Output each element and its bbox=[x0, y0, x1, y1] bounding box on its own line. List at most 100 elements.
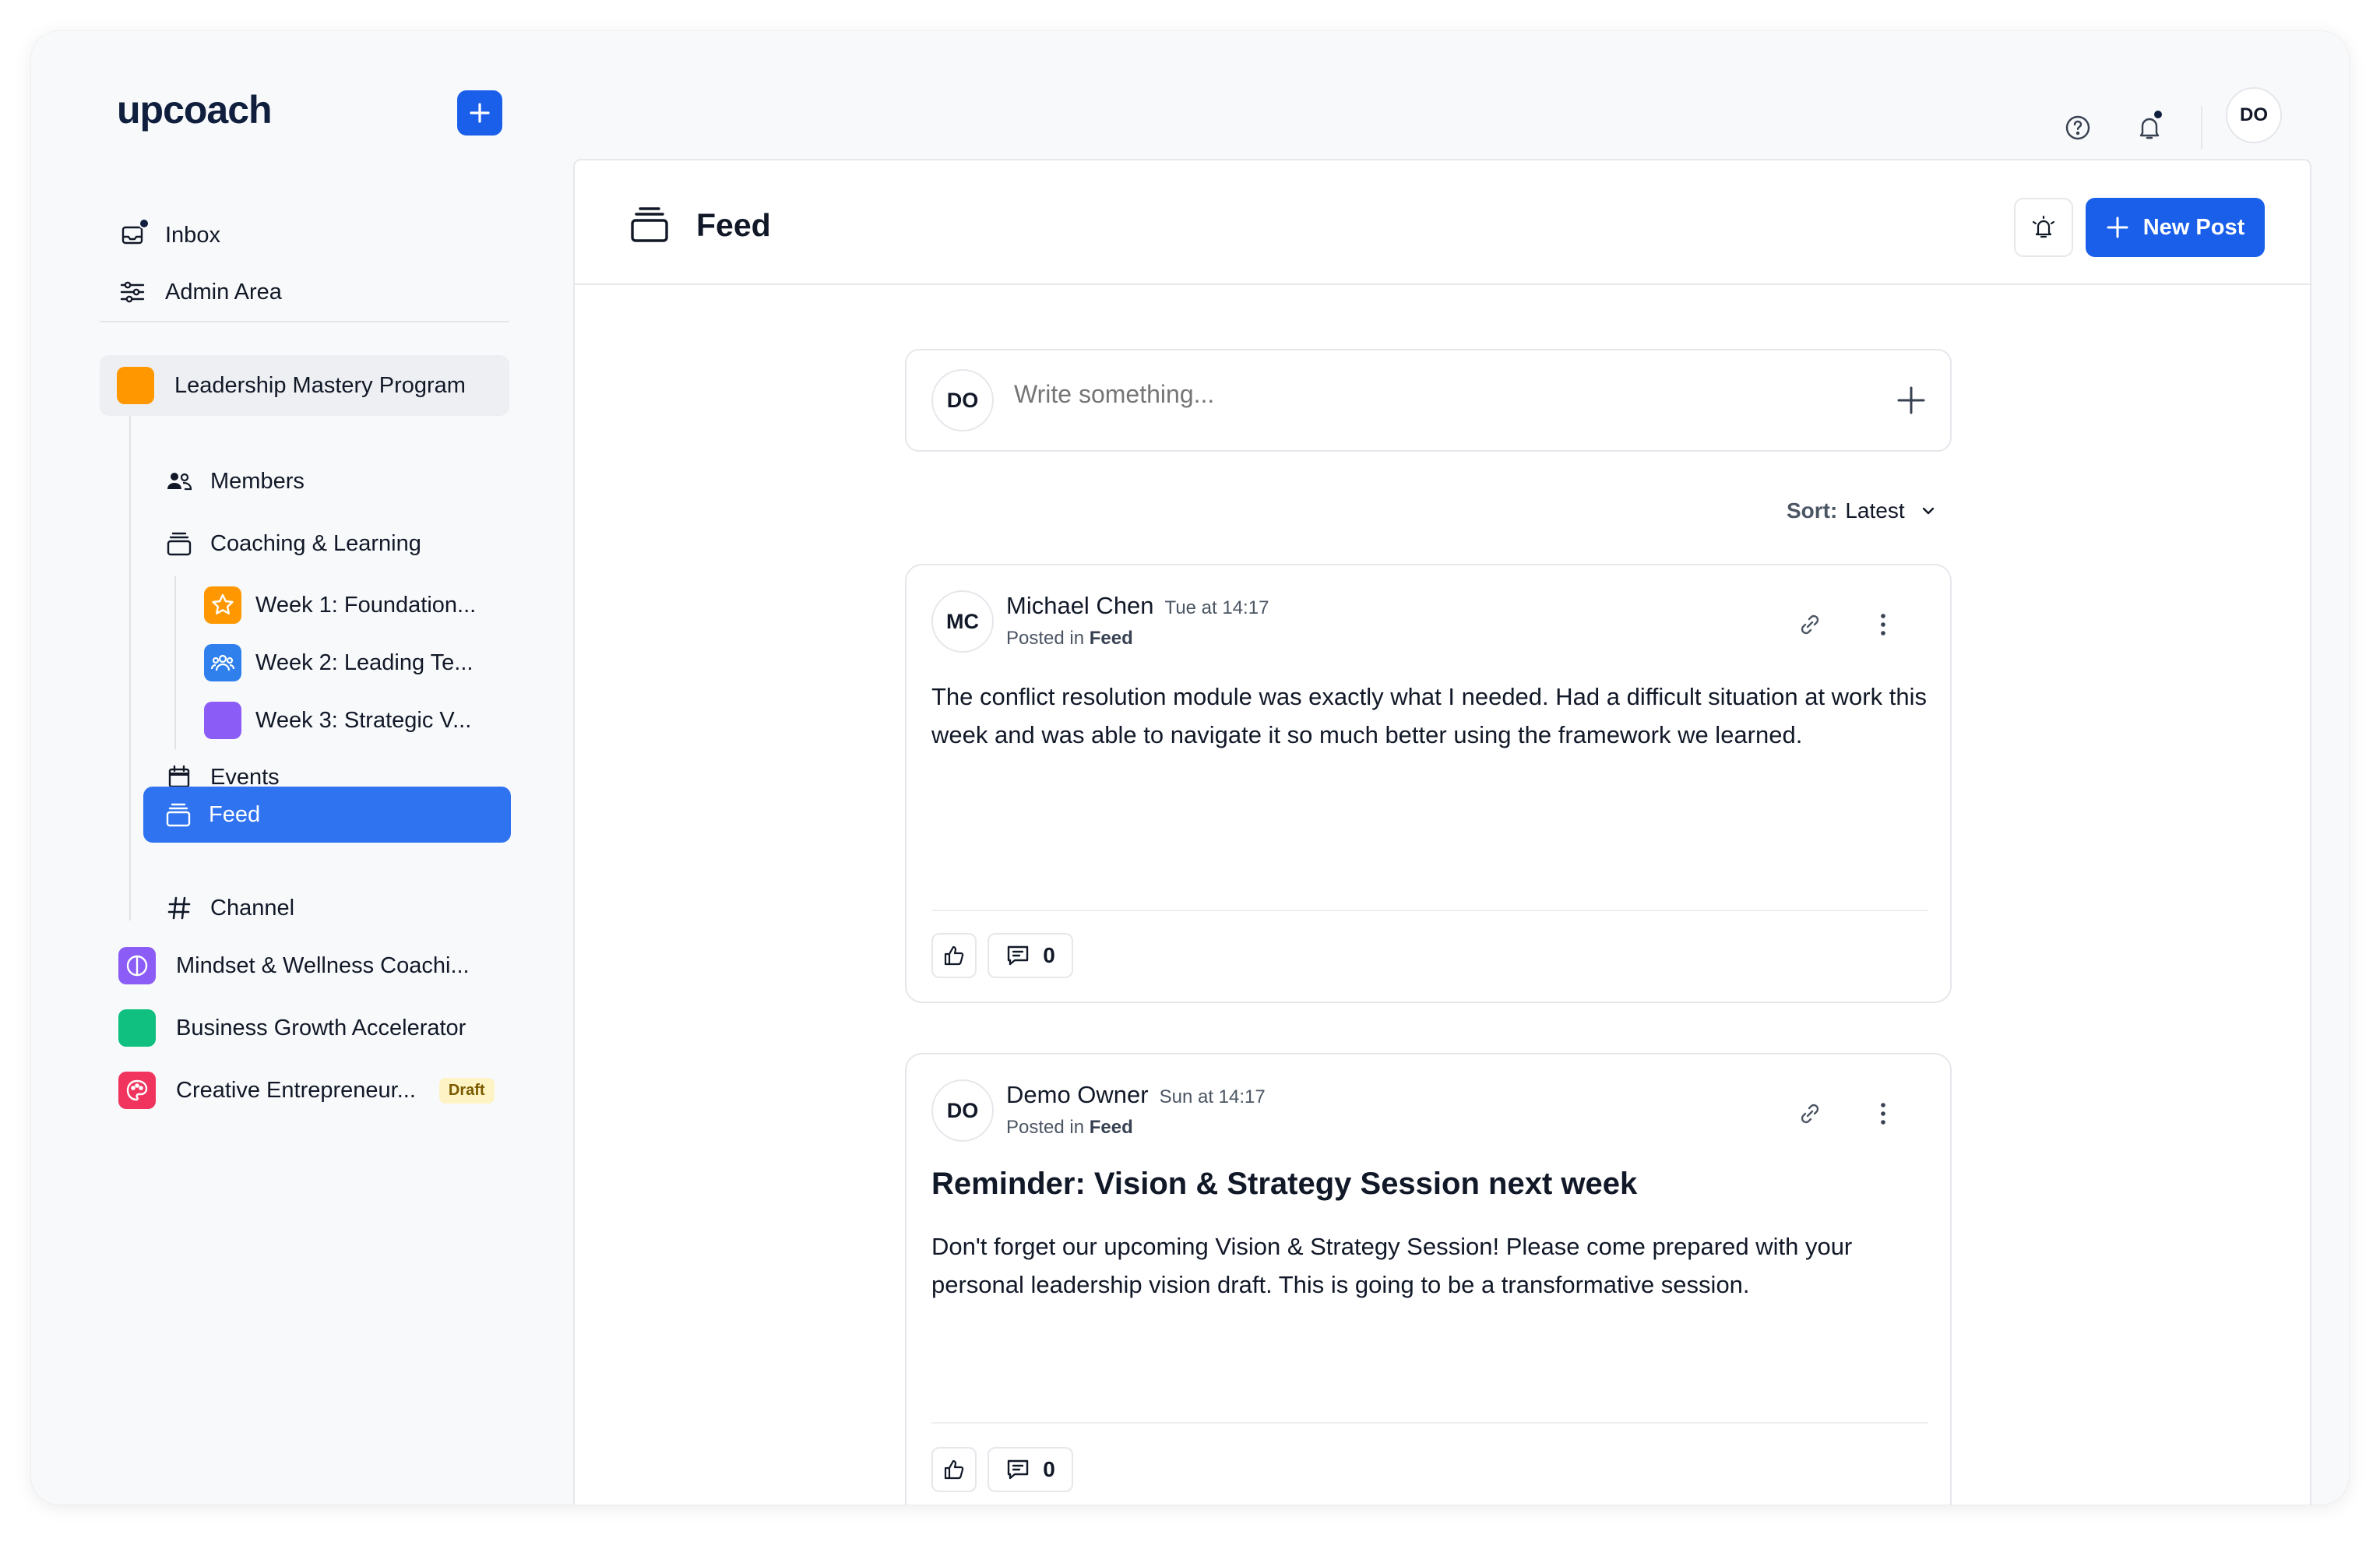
week-label: Week 2: Leading Te... bbox=[255, 650, 474, 675]
create-button[interactable] bbox=[457, 90, 502, 136]
stack-icon bbox=[165, 801, 192, 828]
post-location: Posted in Feed bbox=[1006, 628, 1133, 650]
program-label: Creative Entrepreneur... bbox=[176, 1077, 416, 1103]
sort-value: Latest bbox=[1845, 498, 1905, 523]
comment-button[interactable]: 0 bbox=[988, 933, 1073, 978]
posted-in-space[interactable]: Feed bbox=[1090, 628, 1133, 649]
page-header: Feed New Post bbox=[575, 160, 2310, 285]
hash-icon bbox=[165, 894, 193, 922]
avatar[interactable]: MC bbox=[931, 590, 994, 653]
users-icon bbox=[165, 467, 193, 495]
chevron-down-icon bbox=[1919, 502, 1938, 520]
plus-icon bbox=[2106, 216, 2129, 239]
bell-ring-icon bbox=[2030, 214, 2057, 241]
like-button[interactable] bbox=[931, 1447, 977, 1492]
thumbs-up-icon bbox=[942, 944, 966, 967]
sidebar-item-channel[interactable]: Channel bbox=[165, 883, 294, 933]
program-label: Leadership Mastery Program bbox=[174, 372, 466, 398]
posted-in-space[interactable]: Feed bbox=[1090, 1117, 1133, 1138]
sidebar-item-admin-area[interactable]: Admin Area bbox=[118, 269, 282, 315]
week-label: Week 3: Strategic V... bbox=[255, 707, 472, 733]
comment-button[interactable]: 0 bbox=[988, 1447, 1073, 1492]
more-options-icon[interactable] bbox=[1868, 1098, 1899, 1129]
sidebar-item-label: Members bbox=[210, 468, 305, 494]
post-author[interactable]: Michael Chen bbox=[1006, 592, 1154, 619]
stack-icon bbox=[165, 530, 193, 558]
link-icon[interactable] bbox=[1794, 1098, 1825, 1129]
help-icon[interactable] bbox=[2062, 112, 2093, 143]
star-icon bbox=[204, 586, 241, 624]
posted-in-prefix: Posted in bbox=[1006, 1117, 1085, 1138]
palette-icon bbox=[118, 1072, 156, 1109]
draft-badge: Draft bbox=[438, 1077, 495, 1104]
link-icon[interactable] bbox=[1794, 609, 1825, 640]
new-post-label: New Post bbox=[2142, 214, 2245, 240]
sidebar-divider bbox=[100, 321, 509, 322]
post-author[interactable]: Demo Owner bbox=[1006, 1081, 1149, 1108]
week-label: Week 1: Foundation... bbox=[255, 592, 477, 618]
tree-line bbox=[174, 576, 176, 749]
post-card: DO Demo Owner Sun at 14:17 Posted in Feed… bbox=[905, 1053, 1952, 1505]
sidebar-item-feed[interactable]: Feed bbox=[143, 787, 511, 843]
sidebar-item-members[interactable]: Members bbox=[165, 456, 305, 506]
post-meta: Demo Owner Sun at 14:17 bbox=[1006, 1081, 1266, 1109]
sidebar-program-creative-entrepreneur[interactable]: Creative Entrepreneur... Draft bbox=[118, 1067, 495, 1114]
sidebar-item-label: Inbox bbox=[165, 222, 220, 248]
notification-settings-button[interactable] bbox=[2014, 198, 2073, 257]
sidebar: upcoach Inbox Admin Area Leadership Mast… bbox=[31, 31, 561, 1505]
brain-icon bbox=[118, 947, 156, 984]
sidebar-item-label: Admin Area bbox=[165, 279, 282, 305]
program-color-swatch bbox=[118, 1009, 156, 1047]
notification-dot bbox=[2153, 109, 2163, 120]
sidebar-item-inbox[interactable]: Inbox bbox=[118, 212, 220, 259]
post-title: Reminder: Vision & Strategy Session next… bbox=[931, 1167, 1638, 1201]
post-divider bbox=[931, 910, 1928, 911]
post-composer[interactable]: DO bbox=[905, 349, 1952, 452]
avatar: DO bbox=[931, 369, 994, 431]
program-label: Mindset & Wellness Coachi... bbox=[176, 952, 470, 978]
posted-in-prefix: Posted in bbox=[1006, 628, 1085, 649]
plus-icon[interactable] bbox=[1896, 385, 1927, 416]
write-something-input[interactable] bbox=[1014, 380, 1793, 409]
sidebar-item-coaching-learning[interactable]: Coaching & Learning bbox=[165, 519, 421, 569]
comment-icon bbox=[1005, 943, 1030, 968]
notifications-bell-icon[interactable] bbox=[2134, 109, 2165, 143]
avatar[interactable]: DO bbox=[931, 1079, 994, 1142]
comment-count: 0 bbox=[1043, 1457, 1055, 1481]
inbox-unread-dot bbox=[139, 218, 150, 229]
plus-icon bbox=[468, 101, 491, 125]
program-color-swatch bbox=[117, 367, 154, 404]
sidebar-program-leadership-mastery[interactable]: Leadership Mastery Program bbox=[100, 355, 509, 416]
program-label: Business Growth Accelerator bbox=[176, 1015, 466, 1040]
sidebar-program-business-growth[interactable]: Business Growth Accelerator bbox=[118, 1005, 466, 1051]
like-button[interactable] bbox=[931, 933, 977, 978]
app-logo[interactable]: upcoach bbox=[117, 87, 273, 132]
new-post-button[interactable]: New Post bbox=[2086, 198, 2265, 257]
post-time: Sun at 14:17 bbox=[1159, 1086, 1266, 1107]
comment-count: 0 bbox=[1043, 943, 1055, 967]
sort-dropdown[interactable]: Sort: Latest bbox=[1787, 498, 1938, 523]
sliders-icon bbox=[118, 278, 146, 306]
sidebar-week-2[interactable]: Week 2: Leading Te... bbox=[204, 640, 473, 685]
post-time: Tue at 14:17 bbox=[1164, 597, 1269, 618]
stack-icon bbox=[629, 204, 670, 245]
post-card: MC Michael Chen Tue at 14:17 Posted in Fe… bbox=[905, 564, 1952, 1003]
page-title: Feed bbox=[696, 207, 771, 243]
app-window: upcoach Inbox Admin Area Leadership Mast… bbox=[31, 31, 2349, 1505]
post-location: Posted in Feed bbox=[1006, 1117, 1133, 1139]
more-options-icon[interactable] bbox=[1868, 609, 1899, 640]
sidebar-program-mindset-wellness[interactable]: Mindset & Wellness Coachi... bbox=[118, 942, 470, 989]
post-body: Don't forget our upcoming Vision & Strat… bbox=[931, 1233, 1853, 1298]
sidebar-week-3[interactable]: Week 3: Strategic V... bbox=[204, 698, 471, 743]
post-body: The conflict resolution module was exact… bbox=[931, 683, 1927, 748]
inbox-icon bbox=[118, 218, 150, 249]
sidebar-item-label: Feed bbox=[209, 801, 261, 827]
topbar-divider bbox=[2201, 106, 2202, 150]
sort-key: Sort: bbox=[1787, 498, 1838, 523]
post-meta: Michael Chen Tue at 14:17 bbox=[1006, 592, 1269, 620]
sidebar-item-label: Coaching & Learning bbox=[210, 530, 421, 556]
sidebar-week-1[interactable]: Week 1: Foundation... bbox=[204, 583, 476, 628]
user-avatar[interactable]: DO bbox=[2226, 87, 2282, 143]
post-divider bbox=[931, 1422, 1928, 1424]
team-icon bbox=[204, 644, 241, 681]
